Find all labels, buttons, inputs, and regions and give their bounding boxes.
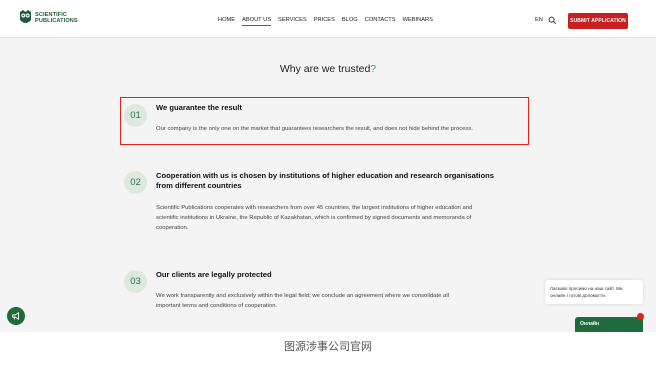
- logo-text: SCIENTIFIC PUBLICATIONS: [35, 12, 78, 24]
- nav-home[interactable]: HOME: [218, 17, 235, 23]
- megaphone-icon: [12, 311, 19, 321]
- item-title-line: Cooperation with us is chosen by institu…: [156, 171, 494, 180]
- item-number-badge: 02: [124, 171, 147, 194]
- main-nav: HOME ABOUT US SERVICES PRICES BLOG CONTA…: [218, 17, 440, 26]
- nav-webinars[interactable]: WEBINARS: [403, 17, 433, 23]
- chat-greeting-line: онлайн і готові допомогти.: [550, 293, 606, 298]
- owl-logo-icon: [20, 10, 31, 23]
- nav-prices[interactable]: PRICES: [314, 17, 335, 23]
- chat-greeting-line: Ласкаво просимо на наш сайт. Ми: [550, 286, 623, 291]
- submit-application-button[interactable]: SUBMIT APPLICATION: [568, 13, 628, 29]
- accessibility-button[interactable]: [7, 307, 25, 325]
- item-text-line: Scientific Publications cooperates with …: [156, 205, 473, 211]
- item-text-line: important terms and conditions of cooper…: [156, 303, 278, 309]
- section-title-mark: ?: [370, 63, 377, 75]
- trust-item-3: 03 Our clients are legally protected We …: [124, 270, 534, 314]
- nav-contacts[interactable]: CONTACTS: [365, 17, 396, 23]
- chat-greeting-bubble[interactable]: Ласкаво просимо на наш сайт. Ми онлайн і…: [545, 280, 643, 304]
- nav-blog[interactable]: BLOG: [342, 17, 358, 23]
- trust-item-2: 02 Cooperation with us is chosen by inst…: [124, 171, 534, 235]
- section-title-text: Why are we trusted: [279, 63, 371, 75]
- item-number-badge: 03: [124, 270, 147, 293]
- language-switcher[interactable]: EN: [535, 17, 543, 23]
- highlight-box: [120, 97, 529, 145]
- site-logo[interactable]: SCIENTIFIC PUBLICATIONS: [19, 9, 78, 26]
- item-text-line: scientific institutions in Ukraine, the …: [156, 215, 472, 221]
- browser-viewport: SCIENTIFIC PUBLICATIONS HOME ABOUT US SE…: [0, 0, 656, 332]
- search-icon[interactable]: [548, 16, 557, 25]
- logo-line-2: PUBLICATIONS: [35, 17, 78, 24]
- item-title-line: from different countries: [156, 181, 242, 190]
- item-title: Our clients are legally protected: [156, 270, 272, 279]
- item-text-line: We work transparently and exclusively wi…: [156, 293, 449, 299]
- chat-notification-dot: [637, 313, 644, 320]
- item-text-line: cooperation.: [156, 225, 189, 231]
- nav-services[interactable]: SERVICES: [278, 17, 307, 23]
- image-caption: 图源涉事公司官网: [284, 340, 372, 353]
- nav-about-us[interactable]: ABOUT US: [242, 17, 271, 26]
- site-header: SCIENTIFIC PUBLICATIONS HOME ABOUT US SE…: [0, 0, 656, 38]
- chat-online-tab[interactable]: Онлайн: [575, 317, 643, 332]
- section-title: Why are we trusted?: [0, 63, 656, 75]
